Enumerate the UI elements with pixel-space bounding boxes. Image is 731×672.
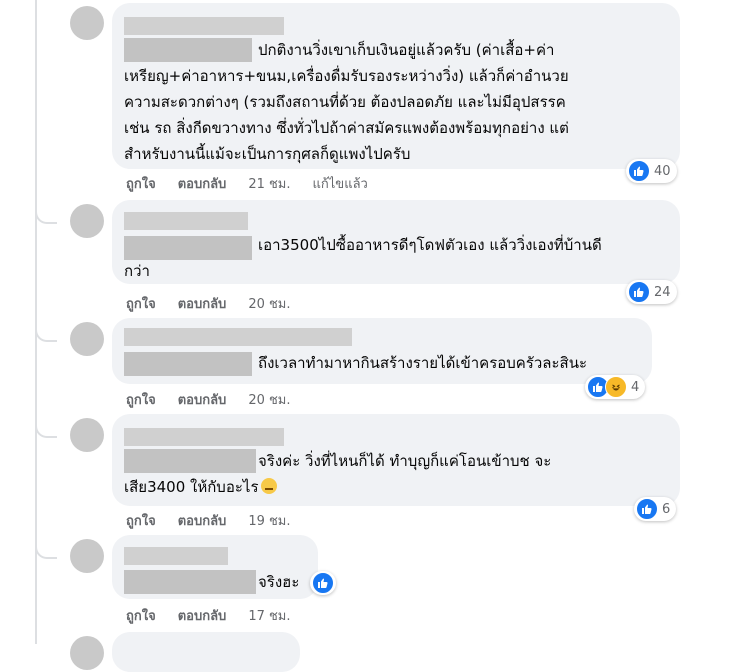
avatar[interactable] — [70, 636, 104, 670]
comment-text-line: เอา3500ไปซื้ออาหารดีๆโดฟตัวเอง แล้ววิ่งเ… — [258, 236, 602, 254]
comment-timestamp[interactable]: 17 ชม. — [248, 605, 290, 626]
comment-text-line: ถึงเวลาทำมาหากินสร้างรายได้เข้าครอบครัวล… — [258, 354, 588, 372]
redacted-mention[interactable] — [124, 449, 256, 473]
like-button[interactable]: ถูกใจ — [126, 293, 156, 314]
comment-text-line: กว่า — [124, 262, 150, 280]
avatar[interactable] — [70, 418, 104, 452]
comment-actions: ถูกใจ ตอบกลับ 21 ชม. แก้ไขแล้ว — [126, 173, 368, 193]
reaction-summary[interactable]: 40 — [626, 159, 677, 183]
comment-text-line: เหรียญ+ค่าอาหาร+ขนม,เครื่องดื่มรับรองระห… — [124, 67, 569, 85]
thread-branch — [35, 543, 57, 559]
comment-bubble: จริงค่ะ วิ่งที่ไหนก็ได้ ทำบุญก็แค่โอนเข้… — [112, 414, 680, 506]
comment-actions: ถูกใจ ตอบกลับ 20 ชม. — [126, 293, 291, 313]
comment-timestamp[interactable]: 20 ชม. — [248, 389, 290, 410]
reaction-summary[interactable]: 24 — [626, 280, 677, 304]
reply-button[interactable]: ตอบกลับ — [178, 605, 227, 626]
redacted-mention[interactable] — [124, 570, 256, 594]
comment-text-line: ปกติงานวิ่งเขาเก็บเงินอยู่แล้วครับ (ค่าเ… — [258, 41, 555, 59]
comment-text-line-content: เสีย3400 ให้กับอะไร — [124, 478, 259, 496]
like-icon — [628, 160, 650, 182]
reaction-count: 24 — [654, 284, 671, 300]
reaction-summary[interactable]: 6 — [634, 497, 677, 521]
redacted-author-name[interactable] — [124, 328, 352, 346]
comment-text-line: เช่น รถ สิ่งกีดขวางทาง ซึ่งทั่วไปถ้าค่าส… — [124, 119, 569, 137]
reaction-summary[interactable] — [310, 571, 336, 595]
edited-label[interactable]: แก้ไขแล้ว — [313, 173, 368, 194]
comment-text-line: จริงค่ะ วิ่งที่ไหนก็ได้ ทำบุญก็แค่โอนเข้… — [258, 452, 552, 470]
like-icon — [628, 281, 650, 303]
thread-branch — [35, 422, 57, 438]
comment-text-line: เสีย3400 ให้กับอะไร — [124, 474, 277, 500]
reaction-count: 40 — [654, 163, 671, 179]
like-button[interactable]: ถูกใจ — [126, 605, 156, 626]
haha-icon — [605, 376, 627, 398]
comment-timestamp[interactable]: 20 ชม. — [248, 293, 290, 314]
comment-actions: ถูกใจ ตอบกลับ 20 ชม. — [126, 389, 291, 409]
comment-bubble: เอา3500ไปซื้ออาหารดีๆโดฟตัวเอง แล้ววิ่งเ… — [112, 200, 680, 284]
thread-branch — [35, 326, 57, 342]
redacted-author-name[interactable] — [124, 17, 284, 35]
comment-bubble — [112, 632, 300, 672]
comment-text-line: จริงฮะ — [258, 573, 300, 591]
thread-branch — [35, 208, 57, 224]
reaction-summary[interactable]: 4 — [585, 375, 646, 399]
comment-actions: ถูกใจ ตอบกลับ 17 ชม. — [126, 605, 291, 625]
like-button[interactable]: ถูกใจ — [126, 173, 156, 194]
reply-button[interactable]: ตอบกลับ — [178, 389, 227, 410]
avatar[interactable] — [70, 322, 104, 356]
redacted-mention[interactable] — [124, 352, 252, 376]
redacted-mention[interactable] — [124, 236, 252, 260]
avatar[interactable] — [70, 204, 104, 238]
comment-text-line: ความสะดวกต่างๆ (รวมถึงสถานที่ด้วย ต้องปล… — [124, 93, 566, 111]
like-icon — [312, 572, 334, 594]
like-icon — [636, 498, 658, 520]
reply-button[interactable]: ตอบกลับ — [178, 293, 227, 314]
rolling-eyes-emoji-icon — [260, 478, 277, 494]
like-button[interactable]: ถูกใจ — [126, 510, 156, 531]
comment-actions: ถูกใจ ตอบกลับ 19 ชม. — [126, 510, 291, 530]
comment-bubble: ถึงเวลาทำมาหากินสร้างรายได้เข้าครอบครัวล… — [112, 318, 652, 384]
comment-bubble: จริงฮะ — [112, 535, 318, 599]
reply-button[interactable]: ตอบกลับ — [178, 173, 227, 194]
redacted-author-name[interactable] — [124, 428, 284, 446]
comment-timestamp[interactable]: 19 ชม. — [248, 510, 290, 531]
avatar[interactable] — [70, 539, 104, 573]
redacted-author-name[interactable] — [124, 212, 248, 230]
reply-button[interactable]: ตอบกลับ — [178, 510, 227, 531]
comment-timestamp[interactable]: 21 ชม. — [248, 173, 290, 194]
redacted-author-name[interactable] — [124, 547, 228, 565]
reaction-count: 4 — [631, 379, 640, 395]
reaction-count: 6 — [662, 501, 671, 517]
avatar[interactable] — [70, 6, 104, 40]
redacted-mention[interactable] — [124, 38, 252, 62]
comment-bubble: ปกติงานวิ่งเขาเก็บเงินอยู่แล้วครับ (ค่าเ… — [112, 3, 680, 169]
comment-text-line: สำหรับงานนี้แม้จะเป็นการกุศลก็ดูแพงไปครั… — [124, 145, 411, 163]
like-button[interactable]: ถูกใจ — [126, 389, 156, 410]
